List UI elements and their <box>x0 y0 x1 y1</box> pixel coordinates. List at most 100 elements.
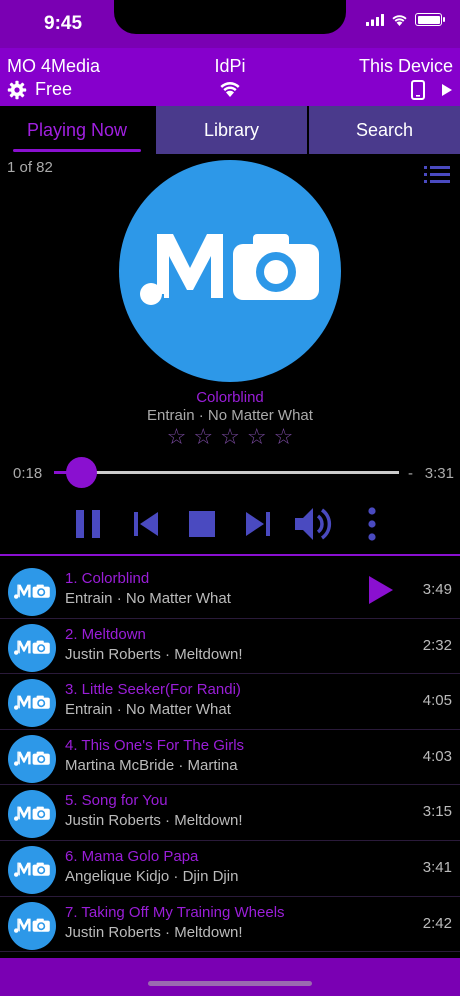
now-playing-subtitle: Entrain · No Matter What <box>147 407 313 424</box>
queue-list: 1. Colorblind Entrain · No Matter What 3:4… <box>0 563 460 953</box>
track-artwork <box>8 679 56 728</box>
track-duration: 3:49 <box>422 581 452 598</box>
time-elapsed: 0:18 <box>13 465 43 482</box>
track-duration: 4:03 <box>422 747 452 765</box>
remaining-prefix: - <box>408 465 413 482</box>
next-icon <box>246 512 270 536</box>
track-title: 3. Little Seeker(For Randi) <box>65 681 241 699</box>
output-selector[interactable]: This Device <box>359 56 453 100</box>
divider <box>0 554 460 556</box>
wifi-icon <box>220 82 240 97</box>
battery-icon <box>415 13 445 26</box>
notch <box>114 0 346 34</box>
playing-indicator-icon <box>369 576 393 604</box>
track-subtitle: Justin Roberts · Meltdown! <box>65 812 243 830</box>
track-subtitle: Justin Roberts · Meltdown! <box>65 923 243 941</box>
track-artwork <box>8 623 56 672</box>
bottom-bar <box>0 958 460 996</box>
track-artwork <box>8 790 56 839</box>
mo-logo-icon <box>14 862 50 877</box>
queue-row[interactable]: 6. Mama Golo Papa Angelique Kidjo · Djin … <box>0 841 460 897</box>
track-duration: 2:32 <box>422 636 452 654</box>
volume-button[interactable] <box>292 500 336 548</box>
tab-bar: Playing Now Library Search <box>0 106 460 154</box>
previous-icon <box>134 512 158 536</box>
queue-row[interactable]: 2. Meltdown Justin Roberts · Meltdown! 2:3… <box>0 619 460 675</box>
track-duration: 2:42 <box>422 914 452 932</box>
previous-button[interactable] <box>128 500 164 548</box>
source-name: MO 4Media <box>7 56 101 76</box>
track-subtitle: Martina McBride · Martina <box>65 756 238 774</box>
track-duration: 3:41 <box>422 858 452 876</box>
wifi-status-icon <box>392 14 407 26</box>
status-bar: 9:45 <box>0 0 460 48</box>
app-header: MO 4Media Free IdPi This Device <box>0 48 460 106</box>
star-icon[interactable]: ☆ <box>167 426 187 448</box>
cellular-signal-icon <box>366 13 384 26</box>
more-icon <box>368 507 376 541</box>
gear-icon[interactable] <box>7 80 27 100</box>
phone-icon <box>411 80 425 100</box>
track-title: 4. This One's For The Girls <box>65 736 245 754</box>
more-button[interactable] <box>358 500 386 548</box>
home-indicator[interactable] <box>148 981 312 986</box>
queue-row[interactable]: 5. Song for You Justin Roberts · Meltdown… <box>0 785 460 841</box>
track-subtitle: Entrain · No Matter What <box>65 701 231 719</box>
pause-icon <box>76 510 100 538</box>
track-title: 1. Colorblind <box>65 570 150 587</box>
seek-thumb[interactable] <box>65 457 97 488</box>
track-title: 2. Meltdown <box>65 625 146 643</box>
tab-library[interactable]: Library <box>154 106 307 154</box>
track-title: 6. Mama Golo Papa <box>65 847 199 865</box>
mo-logo-icon <box>14 640 50 655</box>
stop-icon <box>189 511 215 537</box>
track-title: 7. Taking Off My Training Wheels <box>65 903 285 921</box>
tab-search[interactable]: Search <box>307 106 460 154</box>
star-icon[interactable]: ☆ <box>274 426 294 448</box>
track-duration: 3:15 <box>422 803 452 821</box>
queue-row[interactable]: 3. Little Seeker(For Randi) Entrain · No … <box>0 674 460 730</box>
track-title: 5. Song for You <box>65 792 168 810</box>
output-name: This Device <box>358 56 453 76</box>
mo-logo-icon <box>14 806 50 822</box>
time-remaining: 3:31 <box>424 465 454 482</box>
mo-logo-icon <box>140 234 319 305</box>
mo-logo-icon <box>14 751 50 766</box>
queue-row[interactable]: 7. Taking Off My Training Wheels Justin R… <box>0 897 460 953</box>
status-icons <box>366 13 445 26</box>
mo-logo-icon <box>14 584 50 599</box>
mo-logo-icon <box>14 918 50 933</box>
list-icon[interactable] <box>424 166 450 184</box>
track-artwork <box>8 901 56 950</box>
now-playing-title: Colorblind <box>196 389 264 406</box>
queue-row[interactable]: 4. This One's For The Girls Martina McBri… <box>0 730 460 786</box>
track-counter: 1 of 82 <box>7 159 53 176</box>
rating-stars[interactable]: ☆ ☆ ☆ ☆ ☆ <box>0 426 460 448</box>
track-duration: 4:05 <box>422 692 452 710</box>
pause-button[interactable] <box>70 500 106 548</box>
track-subtitle: Entrain · No Matter What <box>65 590 231 607</box>
star-icon[interactable]: ☆ <box>220 426 240 448</box>
source-plan: Free <box>35 79 73 99</box>
volume-icon <box>295 508 332 540</box>
track-subtitle: Angelique Kidjo · Djin Djin <box>65 867 239 885</box>
server-selector[interactable]: IdPi <box>180 56 280 102</box>
track-artwork <box>8 734 56 783</box>
status-time: 9:45 <box>44 13 83 34</box>
seek-bar[interactable] <box>54 457 399 488</box>
stop-button[interactable] <box>184 500 220 548</box>
album-artwork <box>119 160 341 382</box>
source-selector[interactable]: MO 4Media Free <box>7 56 100 100</box>
star-icon[interactable]: ☆ <box>247 426 267 448</box>
track-artwork <box>8 568 56 616</box>
queue-row[interactable]: 1. Colorblind Entrain · No Matter What 3:4… <box>0 563 460 619</box>
play-small-icon[interactable] <box>441 83 453 97</box>
next-button[interactable] <box>240 500 276 548</box>
mo-logo-icon <box>14 695 50 710</box>
server-name: IdPi <box>214 56 246 76</box>
track-subtitle: Justin Roberts · Meltdown! <box>65 645 243 663</box>
star-icon[interactable]: ☆ <box>193 426 213 448</box>
transport-controls <box>0 500 460 548</box>
tab-playing-now[interactable]: Playing Now <box>0 106 154 154</box>
track-artwork <box>8 845 56 894</box>
